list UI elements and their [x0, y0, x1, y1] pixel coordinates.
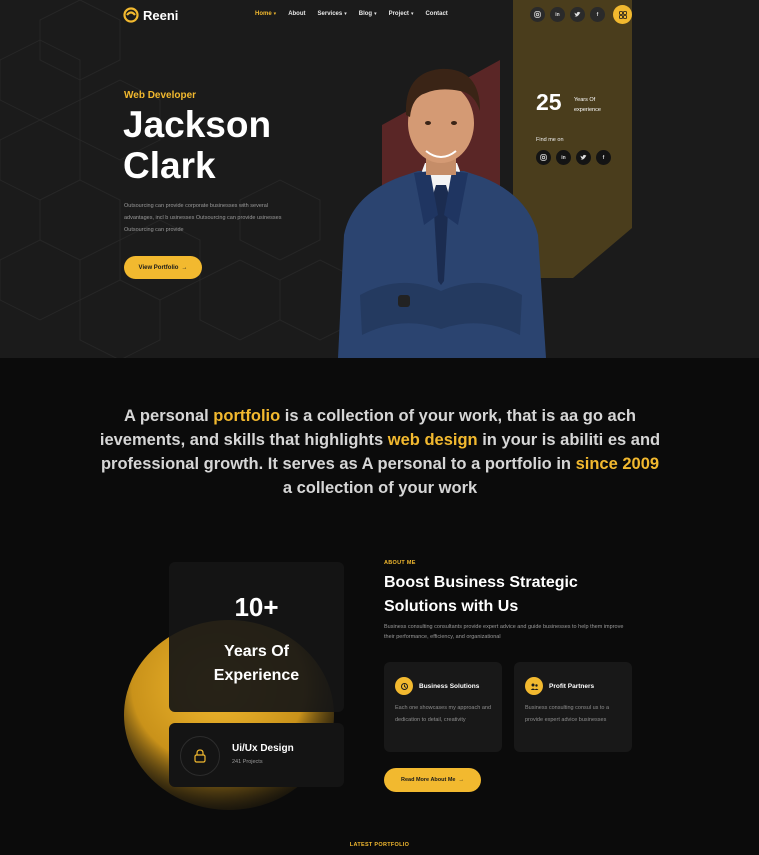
chevron-down-icon: ▾	[344, 11, 347, 17]
mission-statement: A personal portfolio is a collection of …	[95, 404, 665, 500]
experience-label-line2: Experience	[213, 667, 300, 684]
experience-label-line1: Years Of	[224, 643, 289, 660]
chevron-down-icon: ▾	[410, 11, 414, 17]
view-portfolio-button[interactable]: View Portfolio →	[124, 256, 202, 279]
instagram-icon[interactable]	[530, 7, 545, 22]
nav-item-blog[interactable]: Blog ▾	[359, 11, 377, 17]
facebook-icon[interactable]: f	[590, 7, 605, 22]
grid-menu-icon[interactable]	[613, 5, 632, 24]
about-tag: ABOUT ME	[384, 560, 416, 566]
nav-item-label: About	[288, 11, 306, 17]
view-portfolio-label: View Portfolio	[138, 264, 179, 271]
brand-name: Reeni	[143, 7, 179, 23]
twitter-icon[interactable]	[570, 7, 585, 22]
nav-item-label: Services	[317, 11, 343, 17]
ux-design-card: Ui/Ux Design 241 Projects	[169, 723, 344, 787]
ux-design-projects: 241 Projects	[232, 759, 263, 765]
hero-social-links: in f	[536, 150, 611, 165]
hero-name: Jackson Clark	[123, 104, 271, 186]
about-description: Business consulting consultants provide …	[384, 624, 624, 640]
feature-title: Profit Partners	[549, 683, 595, 690]
portrait-image	[338, 68, 546, 358]
nav-item-home[interactable]: Home ▾	[255, 11, 276, 17]
nav-item-label: Home	[255, 11, 272, 17]
experience-card: 10+ Years Of Experience	[169, 562, 344, 712]
twitter-icon[interactable]	[576, 150, 591, 165]
years-experience-number: 25	[536, 89, 562, 115]
linkedin-icon[interactable]: in	[556, 150, 571, 165]
logo-icon	[123, 7, 139, 23]
mission-highlight: since 2009	[575, 455, 660, 473]
facebook-icon[interactable]: f	[596, 150, 611, 165]
mission-highlight: portfolio	[213, 407, 281, 425]
brand-logo[interactable]: Reeni	[123, 7, 178, 23]
experience-number: 10+	[234, 592, 279, 622]
nav-item-services[interactable]: Services ▾	[318, 11, 347, 17]
find-me-label: Find me on	[536, 137, 564, 143]
experience-label: Years Of Experience	[169, 640, 344, 688]
header-social-links: in f	[530, 7, 605, 22]
lock-icon	[180, 736, 220, 776]
feature-card-business-solutions: Business Solutions Each one showcases my…	[384, 662, 502, 752]
years-experience-label: Years Of experience	[574, 97, 601, 113]
read-more-about-button[interactable]: Read More About Me →	[384, 768, 481, 792]
chevron-down-icon: ▾	[273, 11, 277, 17]
solution-icon	[395, 677, 413, 695]
ux-design-title: Ui/Ux Design	[232, 743, 294, 754]
nav-item-project[interactable]: Project ▾	[389, 11, 414, 17]
arrow-right-icon: →	[458, 777, 465, 783]
nav-item-label: Blog	[358, 11, 373, 17]
about-title: Boost Business Strategic Solutions with …	[384, 574, 578, 615]
arrow-right-icon: →	[181, 264, 188, 271]
mission-highlight: web design	[387, 431, 478, 449]
hero-section: Reeni Home ▾ About Services ▾ Blog ▾ Projec…	[0, 0, 759, 358]
hero-name-line1: Jackson	[123, 104, 272, 145]
mission-text: A personal	[124, 407, 214, 425]
feature-card-profit-partners: Profit Partners Business consulting cons…	[514, 662, 632, 752]
nav-item-label: Contact	[425, 11, 448, 17]
hero-description: Outsourcing can provide corporate busine…	[124, 203, 282, 233]
read-more-label: Read More About Me	[401, 777, 456, 783]
hero-name-line2: Clark	[123, 145, 216, 186]
latest-portfolio-tag: LATEST PORTFOLIO	[349, 842, 410, 848]
linkedin-icon[interactable]: in	[550, 7, 565, 22]
nav-item-contact[interactable]: Contact	[425, 11, 447, 17]
nav-links: Home ▾ About Services ▾ Blog ▾ Project ▾ Con…	[255, 11, 448, 17]
feature-title: Business Solutions	[419, 683, 480, 690]
nav-item-about[interactable]: About	[288, 11, 305, 17]
chevron-down-icon: ▾	[374, 11, 377, 17]
nav-item-label: Project	[388, 11, 409, 17]
hero-role: Web Developer	[124, 90, 197, 101]
feature-description: Each one showcases my approach and dedic…	[395, 705, 492, 723]
feature-description: Business consulting consul us to a provi…	[525, 705, 610, 723]
partners-icon	[525, 677, 543, 695]
mission-text: a collection of your work	[282, 479, 478, 497]
instagram-icon[interactable]	[536, 150, 551, 165]
top-navbar: Reeni Home ▾ About Services ▾ Blog ▾ Projec…	[0, 0, 759, 30]
